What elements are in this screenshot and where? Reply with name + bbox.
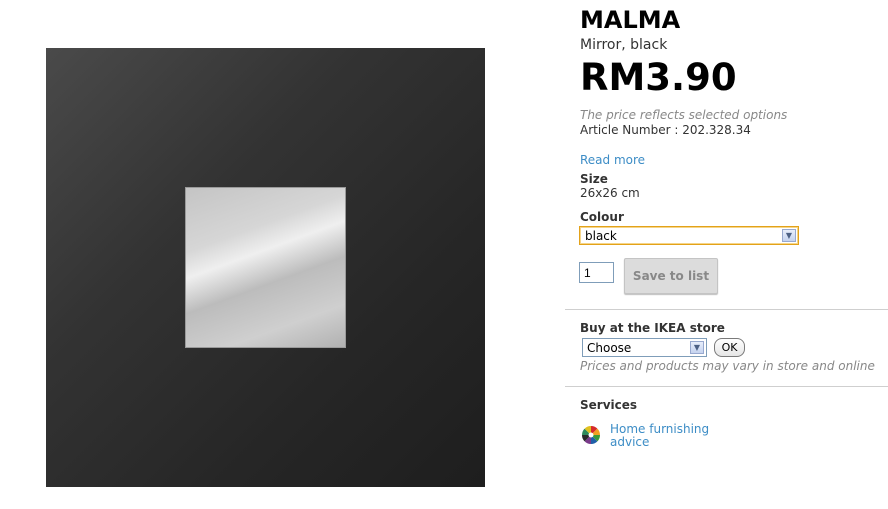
read-more-link[interactable]: Read more — [580, 153, 645, 167]
services-label: Services — [580, 398, 638, 412]
size-label: Size — [580, 172, 608, 186]
colour-label: Colour — [580, 210, 624, 224]
store-select-value: Choose — [587, 341, 632, 355]
product-price: RM3.90 — [580, 56, 737, 99]
size-value: 26x26 cm — [580, 186, 640, 200]
product-name: MALMA — [580, 6, 681, 34]
mirror-glass — [185, 187, 346, 348]
divider — [565, 309, 888, 310]
chevron-down-icon[interactable]: ▼ — [690, 341, 704, 354]
home-furnishing-advice-link[interactable]: Home furnishing advice — [610, 423, 720, 449]
product-image — [46, 48, 485, 487]
store-label: Buy at the IKEA store — [580, 321, 725, 335]
colour-select-value: black — [585, 229, 617, 243]
colour-select[interactable]: black ▼ — [579, 226, 799, 245]
store-select[interactable]: Choose ▼ — [582, 338, 707, 357]
chevron-down-icon[interactable]: ▼ — [782, 229, 796, 242]
store-note: Prices and products may vary in store an… — [580, 359, 875, 373]
save-to-list-button[interactable]: Save to list — [624, 258, 718, 294]
product-description: Mirror, black — [580, 37, 668, 53]
quantity-input[interactable] — [579, 262, 614, 283]
divider — [565, 386, 888, 387]
ok-button[interactable]: OK — [714, 338, 745, 357]
article-number: Article Number : 202.328.34 — [580, 123, 751, 137]
price-note: The price reflects selected options — [580, 108, 788, 122]
home-furnishing-icon — [581, 425, 601, 445]
